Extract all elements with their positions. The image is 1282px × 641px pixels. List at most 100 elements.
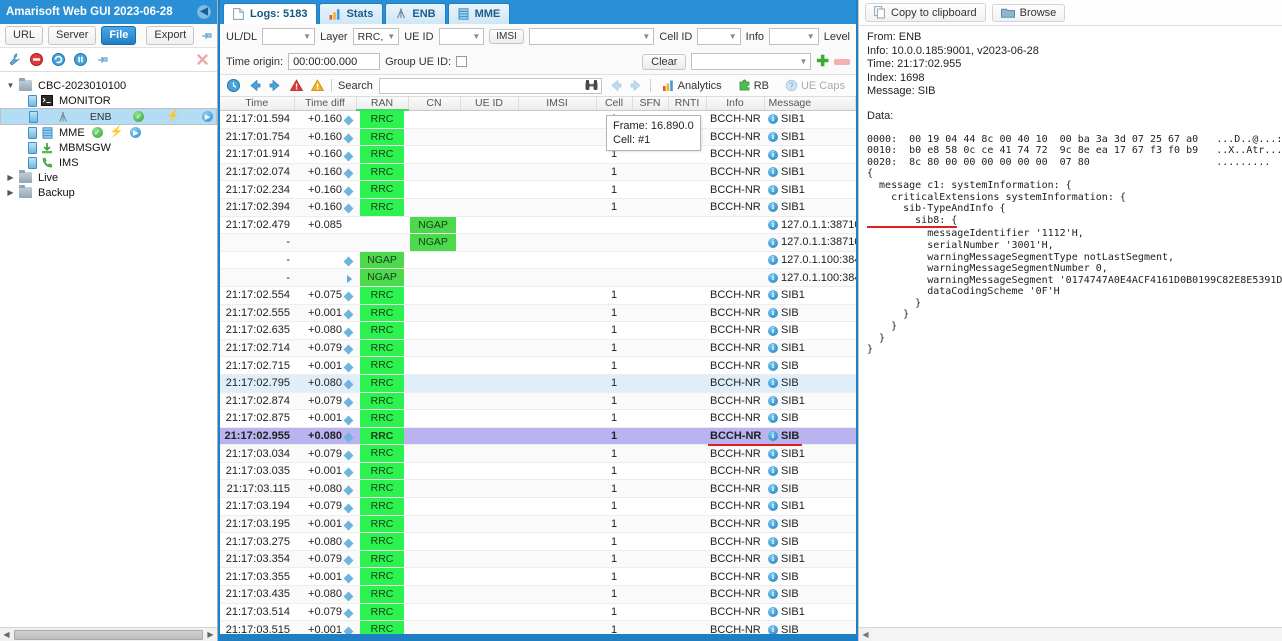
tree-item-mme[interactable]: MME ✓ ⚡ ▶ [0, 125, 217, 140]
column-header-time-diff[interactable]: Time diff [294, 97, 357, 111]
detail-horizontal-scrollbar[interactable]: ◀ ▶ [859, 627, 1282, 641]
play-icon[interactable]: ▶ [201, 111, 213, 122]
ueid-select[interactable]: ▼ [438, 28, 485, 45]
tab-stats[interactable]: Stats [319, 3, 384, 24]
play-icon[interactable]: ▶ [130, 127, 142, 138]
chevron-right-icon[interactable]: ▶ [6, 188, 15, 197]
tab-enb[interactable]: ENB [385, 3, 446, 24]
server-button[interactable]: Server [48, 26, 97, 45]
wrench-icon[interactable] [7, 52, 22, 67]
info-select[interactable]: ▼ [769, 28, 819, 45]
uldl-select[interactable]: ▼ [262, 28, 316, 45]
close-icon[interactable] [195, 52, 210, 67]
tree-item-mbmsgw[interactable]: MBMSGW [0, 140, 217, 155]
logs-table-container[interactable]: Time Time diff RAN CN UE ID IMSI Cell SFN RNTI In… [220, 97, 856, 634]
table-row[interactable]: 21:17:02.555 +0.001 RRC 1 BCCH-NR i SIB [220, 304, 856, 323]
column-header-message[interactable]: Message [764, 97, 856, 111]
column-header-info[interactable]: Info [706, 97, 765, 111]
refresh-icon[interactable] [51, 52, 66, 67]
file-button[interactable]: File [101, 26, 137, 45]
column-header-rnti[interactable]: RNTI [668, 97, 707, 111]
copy-to-clipboard-button[interactable]: Copy to clipboard [865, 3, 986, 22]
table-row[interactable]: 21:17:01.914 +0.160 RRC 1 BCCH-NR i SIB1 [220, 145, 856, 164]
table-row[interactable]: 21:17:02.714 +0.079 RRC 1 BCCH-NR i SIB1 [220, 339, 856, 358]
plug-icon[interactable] [199, 28, 214, 43]
group-ueid-checkbox[interactable] [456, 56, 468, 67]
find-next-icon[interactable] [629, 78, 644, 93]
scroll-trough[interactable] [872, 628, 1282, 641]
column-header-time[interactable]: Time [220, 97, 295, 111]
rb-button[interactable]: RB [733, 77, 774, 94]
cellid-select[interactable]: ▼ [697, 28, 741, 45]
table-row[interactable]: 21:17:01.754+0.160RRC1BCCH-NRiSIB1 [220, 128, 856, 147]
table-row[interactable]: 21:17:02.554 +0.075 RRC 1 BCCH-NR i SIB1 [220, 286, 856, 305]
clock-icon[interactable] [226, 78, 241, 93]
table-row[interactable]: 21:17:03.194 +0.079 RRC 1 BCCH-NR i SIB1 [220, 497, 856, 516]
plus-icon[interactable]: ✚ [816, 54, 829, 69]
clear-button[interactable]: Clear [642, 53, 687, 70]
table-row[interactable]: 21:17:03.515 +0.001 RRC 1 BCCH-NR i SIB [220, 620, 856, 634]
layer-select[interactable]: RRC, ▼ [352, 28, 400, 45]
arrow-right-icon[interactable] [268, 78, 283, 93]
table-row[interactable]: 21:17:03.115 +0.080 RRC 1 BCCH-NR i SIB [220, 479, 856, 499]
column-header-imsi[interactable]: IMSI [518, 97, 597, 111]
imsi-button[interactable]: IMSI [489, 29, 524, 44]
time-origin-input[interactable]: 00:00:00.000 [288, 53, 381, 70]
table-row[interactable]: 21:17:02.795 +0.080 RRC 1 BCCH-NR i SIB [220, 374, 856, 393]
tree-item-ims[interactable]: IMS [0, 155, 217, 170]
warning-triangle-icon[interactable] [310, 78, 325, 93]
tree-item-cbc-2023010100[interactable]: ▼ CBC-2023010100 [0, 78, 217, 93]
table-row[interactable]: 21:17:02.875 +0.001 RRC 1 BCCH-NR i SIB [220, 409, 856, 428]
plug-icon-2[interactable] [95, 52, 110, 67]
preset-select[interactable]: ▼ [691, 53, 812, 70]
scroll-thumb[interactable] [14, 629, 203, 640]
table-row[interactable]: 21:17:02.479 +0.085 NGAP i127.0.1.1:38710 W… [220, 216, 856, 235]
error-triangle-icon[interactable] [289, 78, 304, 93]
url-button[interactable]: URL [5, 26, 44, 45]
table-row[interactable]: 21:17:03.435 +0.080 RRC 1 BCCH-NR i SIB [220, 585, 856, 604]
chevron-down-icon[interactable]: ▼ [6, 81, 15, 90]
tree-item-enb[interactable]: ENB ✓ ⚡ ▶ [0, 108, 217, 125]
imsi-select[interactable]: ▼ [528, 28, 655, 45]
column-header-ran[interactable]: RAN [356, 97, 409, 111]
table-row[interactable]: - NGAP i127.0.1.100:38412 Write-replace v [220, 251, 856, 270]
binoculars-icon[interactable] [584, 78, 599, 93]
chevron-right-icon[interactable]: ▶ [6, 173, 15, 182]
table-row[interactable]: 21:17:02.074 +0.160 RRC 1 BCCH-NR i SIB1 [220, 163, 856, 182]
table-row[interactable]: 21:17:01.594+0.160RRC1BCCH-NRiSIB1 [220, 110, 856, 129]
arrow-left-icon[interactable] [247, 78, 262, 93]
column-header-ue-id[interactable]: UE ID [460, 97, 519, 111]
table-row[interactable]: - NGAP i127.0.1.100:38412 Write-replace v [220, 268, 856, 287]
table-row[interactable]: 21:17:02.635 +0.080 RRC 1 BCCH-NR i SIB [220, 321, 856, 340]
tab-mme[interactable]: MME [447, 3, 511, 24]
status-ok-icon[interactable]: ✓ [91, 127, 103, 138]
chevron-left-icon[interactable]: ◀ [197, 5, 211, 19]
table-row[interactable]: 21:17:03.035 +0.001 RRC 1 BCCH-NR i SIB [220, 462, 856, 481]
browse-button[interactable]: Browse [991, 3, 1066, 22]
ue-caps-button[interactable]: ? UE Caps [780, 77, 850, 94]
tree-item-monitor[interactable]: MONITOR [0, 93, 217, 108]
table-row[interactable]: - NGAP i127.0.1.1:38710 Write-replace wa [220, 233, 856, 252]
bolt-icon[interactable]: ⚡ [110, 127, 124, 138]
scroll-left-icon[interactable]: ◀ [0, 630, 13, 639]
table-row[interactable]: 21:17:02.234 +0.160 RRC 1 BCCH-NR i SIB1 [220, 180, 856, 199]
status-ok-icon[interactable]: ✓ [133, 111, 145, 122]
table-row[interactable]: 21:17:03.355 +0.001 RRC 1 BCCH-NR i SIB [220, 567, 856, 587]
table-row[interactable]: 21:17:02.715 +0.001 RRC 1 BCCH-NR i SIB [220, 356, 856, 375]
bolt-icon[interactable]: ⚡ [166, 111, 180, 122]
analytics-button[interactable]: Analytics [657, 77, 727, 94]
find-prev-icon[interactable] [608, 78, 623, 93]
sidebar-horizontal-scrollbar[interactable]: ◀ ▶ [0, 627, 217, 641]
column-header-cell[interactable]: Cell [596, 97, 633, 111]
scroll-left-icon[interactable]: ◀ [859, 630, 872, 639]
tree-item-live[interactable]: ▶ Live [0, 170, 217, 185]
export-button[interactable]: Export [146, 26, 195, 45]
table-row[interactable]: 21:17:02.394 +0.160 RRC 1 BCCH-NR i SIB1 [220, 198, 856, 217]
table-row[interactable]: 21:17:03.034 +0.079 RRC 1 BCCH-NR i SIB1 [220, 444, 856, 463]
table-row[interactable]: 21:17:02.874 +0.079 RRC 1 BCCH-NR i SIB1 [220, 392, 856, 411]
pause-icon[interactable] [73, 52, 88, 67]
column-header-cn[interactable]: CN [408, 97, 461, 111]
table-row[interactable]: 21:17:03.354 +0.079 RRC 1 BCCH-NR i SIB1 [220, 550, 856, 569]
stop-icon[interactable] [29, 52, 44, 67]
tab-logs[interactable]: Logs: 5183 [223, 3, 318, 24]
